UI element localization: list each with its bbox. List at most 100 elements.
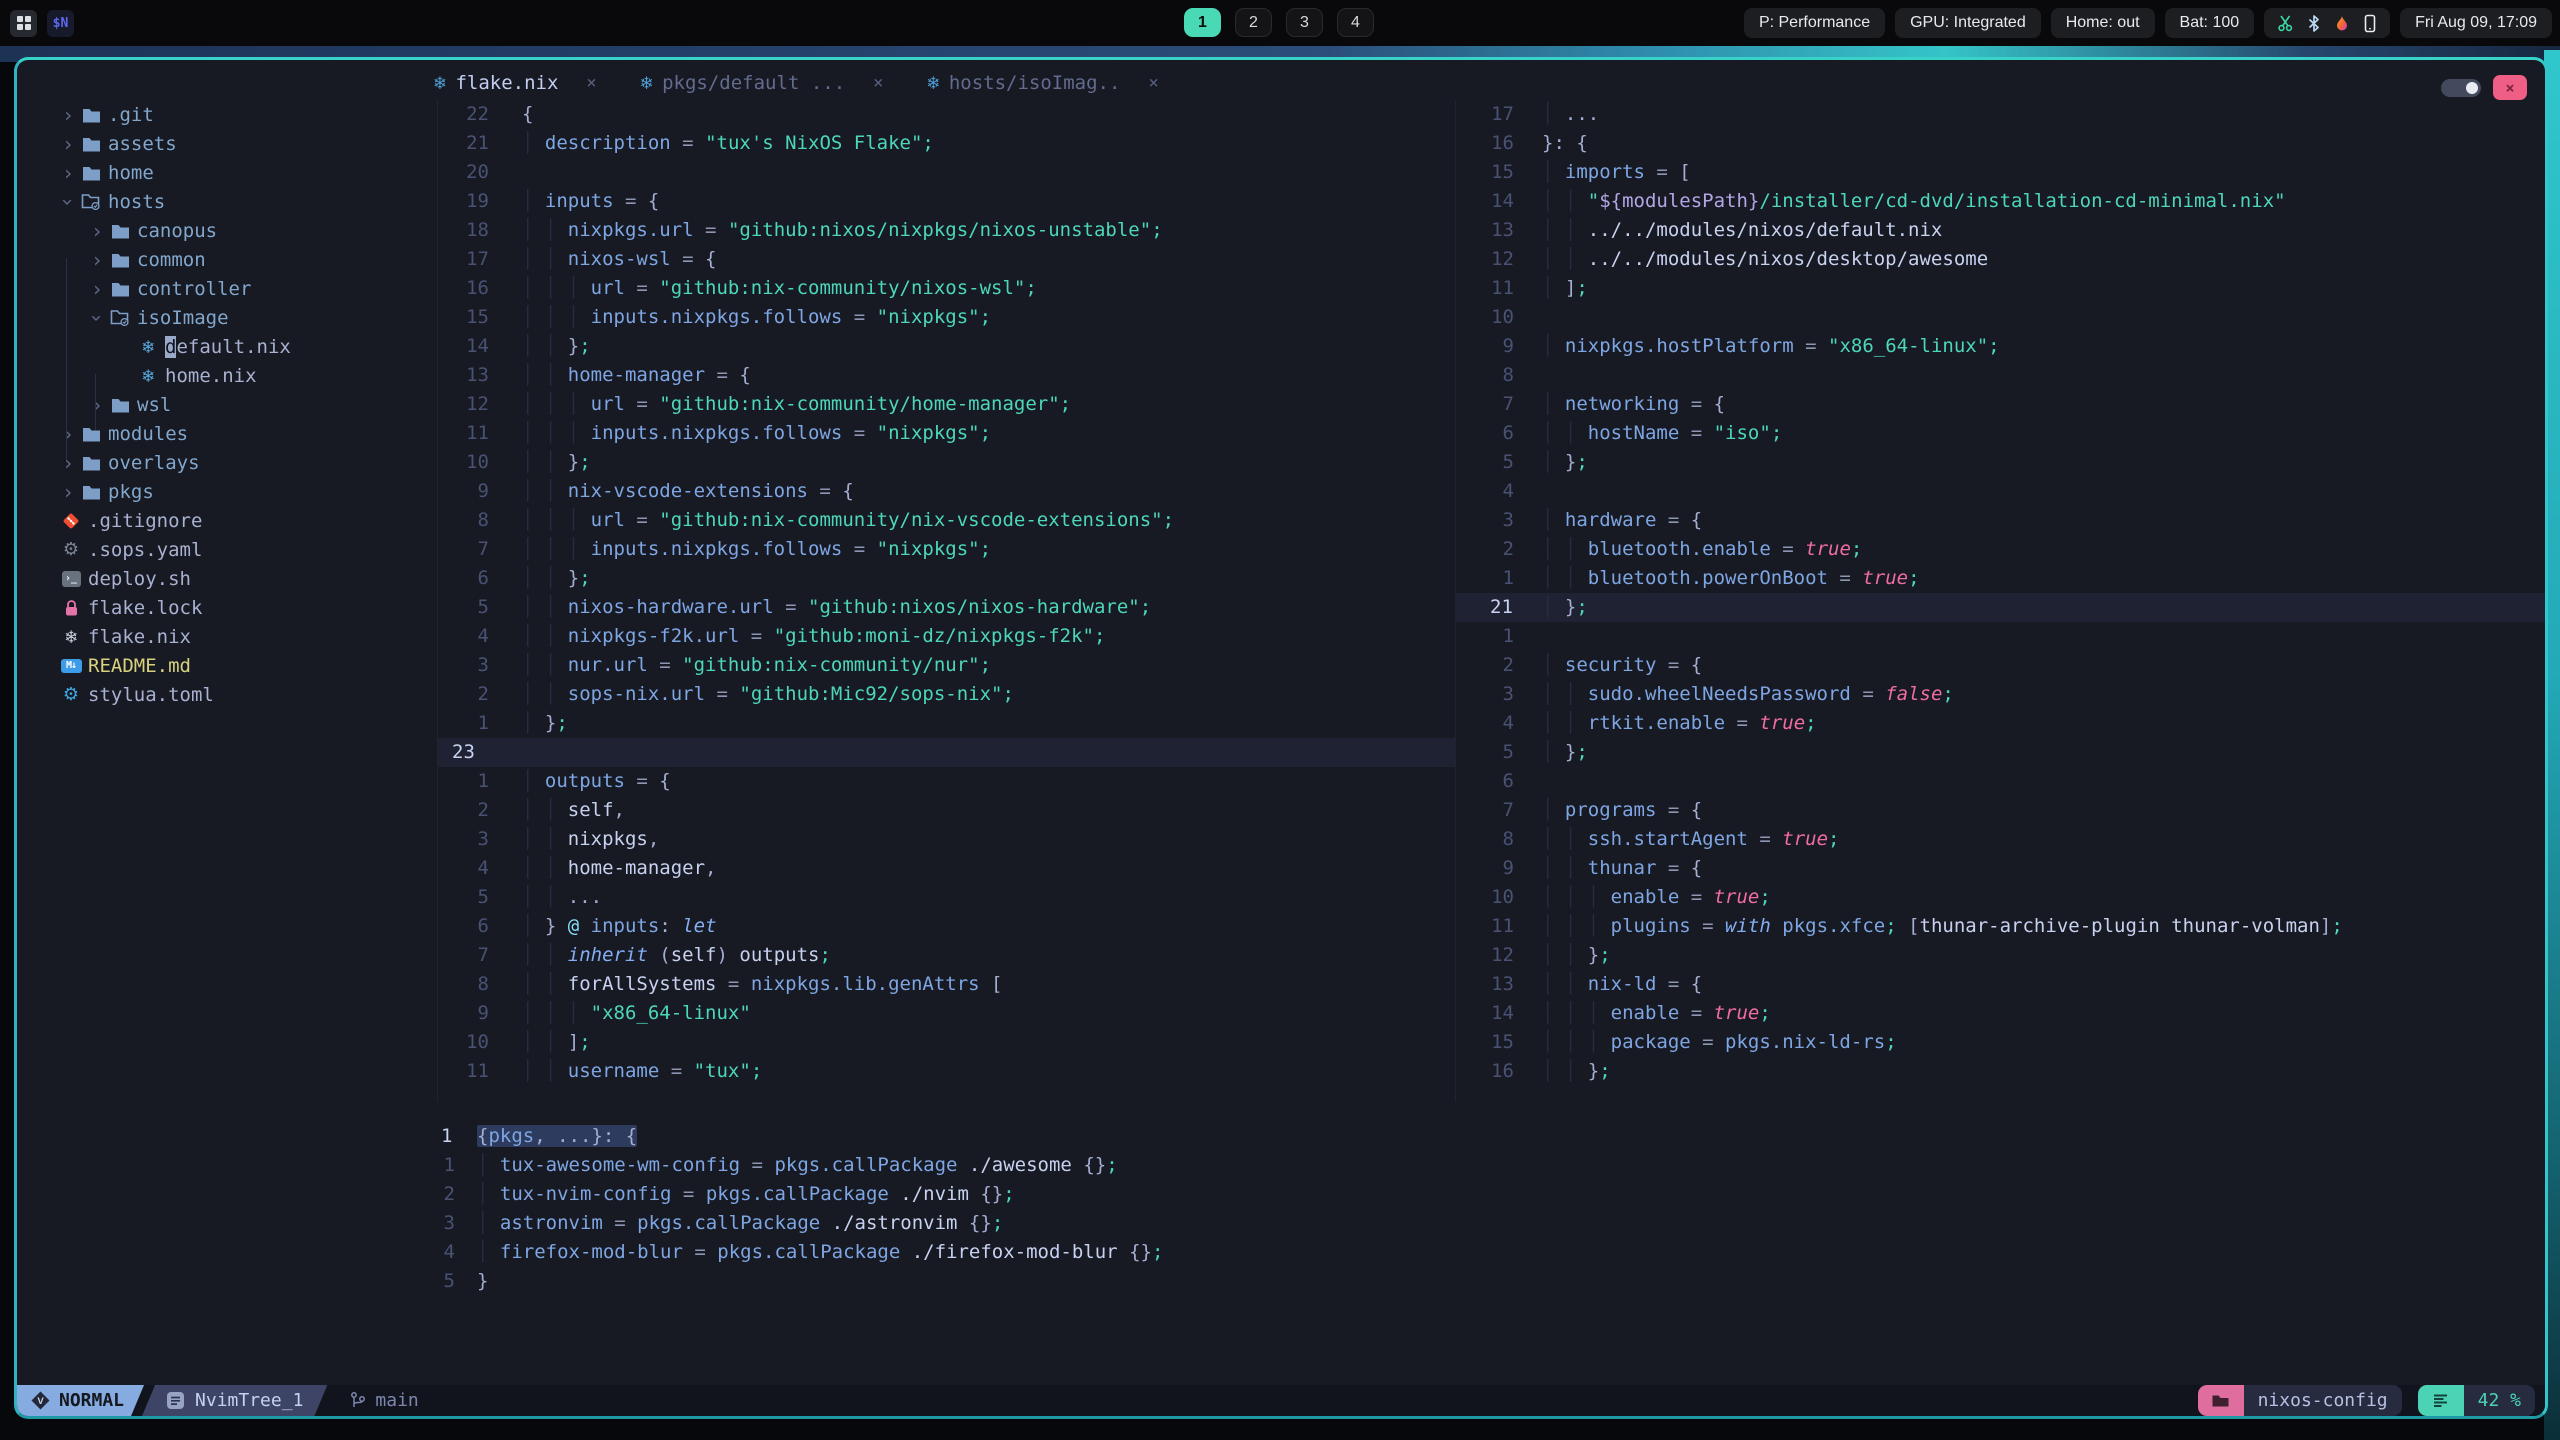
workspace-button-3[interactable]: 3 [1286, 8, 1323, 37]
code-line: 20 [438, 158, 1455, 187]
tree-item-flake-lock[interactable]: flake.lock [17, 593, 437, 622]
chevron-right-icon[interactable]: › [58, 132, 78, 156]
system-tray [2264, 8, 2391, 38]
code-line: 8 [1456, 361, 2545, 390]
bluetooth-icon[interactable] [2307, 14, 2321, 33]
code-text: │ │ nixos-wsl = { [522, 248, 717, 270]
line-number: 8 [1502, 828, 1514, 850]
tree-item--git[interactable]: › .git [17, 100, 437, 129]
code-text: │ }; [1542, 741, 1588, 763]
line-number: 12 [466, 393, 489, 415]
window-toggle-button[interactable] [2441, 79, 2481, 97]
tree-item-assets[interactable]: › assets [17, 129, 437, 158]
chevron-right-icon[interactable]: › [58, 161, 78, 185]
code-line: 4 [1456, 477, 2545, 506]
tree-item-label: overlays [108, 451, 200, 474]
phone-icon[interactable] [2363, 14, 2377, 33]
code-line: 15 │ │ │ package = pkgs.nix-ld-rs; [1456, 1028, 2545, 1057]
tree-item-common[interactable]: › common [17, 245, 437, 274]
code-line: 10 │ │ │ enable = true; [1456, 883, 2545, 912]
tab-close-icon[interactable]: × [1148, 73, 1158, 93]
tree-item-modules[interactable]: › modules [17, 419, 437, 448]
workspace-button-2[interactable]: 2 [1235, 8, 1272, 37]
tree-item-wsl[interactable]: › wsl [17, 390, 437, 419]
tree-item-deploy-sh[interactable]: ›_ deploy.sh [17, 564, 437, 593]
code-text: │ │ │ url = "github:nix-community/home-m… [522, 393, 1072, 415]
tree-item-pkgs[interactable]: › pkgs [17, 477, 437, 506]
tree-item-home-nix[interactable]: ❄ home.nix [17, 361, 437, 390]
flame-icon[interactable] [2333, 14, 2351, 33]
tree-item-controller[interactable]: › controller [17, 274, 437, 303]
code-line: 13 │ │ nix-ld = { [1456, 970, 2545, 999]
line-number: 7 [477, 944, 489, 966]
chevron-right-icon[interactable]: › [87, 393, 107, 417]
code-line: 3 │ astronvim = pkgs.callPackage ./astron… [437, 1209, 2545, 1238]
line-number: 3 [477, 654, 489, 676]
chevron-right-icon[interactable]: › [58, 480, 78, 504]
apps-grid-icon[interactable] [10, 9, 37, 37]
tree-item-home[interactable]: › home [17, 158, 437, 187]
chevron-right-icon[interactable]: › [87, 219, 107, 243]
line-number: 1 [1502, 625, 1514, 647]
tree-item-README-md[interactable]: M↓ README.md [17, 651, 437, 680]
tree-item-default-nix[interactable]: ❄ default.nix [17, 332, 437, 361]
code-line: 2 │ tux-nvim-config = pkgs.callPackage ./… [437, 1180, 2545, 1209]
tree-item--gitignore[interactable]: .gitignore [17, 506, 437, 535]
tab-close-icon[interactable]: × [586, 73, 596, 93]
tree-item-stylua-toml[interactable]: ⚙ stylua.toml [17, 680, 437, 709]
line-number: 6 [477, 567, 489, 589]
code-text: │ │ }; [522, 567, 591, 589]
code-line: 15 │ │ │ inputs.nixpkgs.follows = "nixpkg… [438, 303, 1455, 332]
editor-pane-iso-image[interactable]: 17 │ ... 16}: {15 │ imports = [14 │ │ "${mod… [1455, 100, 2545, 1102]
line-number: 22 [466, 103, 489, 125]
code-text: │ │ hostName = "iso"; [1542, 422, 1783, 444]
editor-pane-flake-nix[interactable]: 22{21 │ description = "tux's NixOS Flake"… [437, 100, 1455, 1102]
file-explorer[interactable]: › .git › assets › home › hosts › canopus › common › c… [17, 100, 437, 1380]
project-label: nixos-config [2243, 1385, 2402, 1416]
code-line: 9 │ │ │ "x86_64-linux" [438, 999, 1455, 1028]
code-text: │ │ forAllSystems = nixpkgs.lib.genAttrs… [522, 973, 1003, 995]
code-text: │ security = { [1542, 654, 1703, 676]
chevron-down-icon[interactable]: › [56, 192, 80, 212]
buffer-segment: NvimTree_1 [142, 1385, 327, 1416]
scissors-icon[interactable] [2277, 14, 2295, 32]
code-line: 11 │ ]; [1456, 274, 2545, 303]
tree-item-isoImage[interactable]: › isoImage [17, 303, 437, 332]
chevron-right-icon[interactable]: › [58, 422, 78, 446]
tab-pkgs-default-[interactable]: ❄ pkgs/default ... × [641, 72, 884, 94]
line-number: 10 [1491, 306, 1514, 328]
branch-label: main [375, 1390, 419, 1411]
line-number: 4 [1502, 712, 1514, 734]
chevron-right-icon[interactable]: › [58, 451, 78, 475]
tree-item-label: .gitignore [88, 509, 203, 532]
code-text: │ ]; [1542, 277, 1588, 299]
code-text: │ │ bluetooth.enable = true; [1542, 538, 1863, 560]
tree-item--sops-yaml[interactable]: ⚙ .sops.yaml [17, 535, 437, 564]
code-text: │ astronvim = pkgs.callPackage ./astronv… [477, 1212, 1004, 1234]
workspace-button-4[interactable]: 4 [1337, 8, 1374, 37]
tree-item-flake-nix[interactable]: ❄ flake.nix [17, 622, 437, 651]
tab-flake-nix[interactable]: ❄ flake.nix × [434, 72, 597, 94]
chevron-right-icon[interactable]: › [87, 277, 107, 301]
line-number: 13 [1491, 219, 1514, 241]
chevron-right-icon[interactable]: › [58, 103, 78, 127]
window-close-button[interactable]: × [2493, 75, 2527, 100]
tree-item-overlays[interactable]: › overlays [17, 448, 437, 477]
project-widget: nixos-config [2197, 1385, 2402, 1416]
tab-close-icon[interactable]: × [873, 73, 883, 93]
code-text: │ }; [1542, 451, 1588, 473]
editor-pane-pkgs-default[interactable]: 1 {pkgs, ...}: {1 │ tux-awesome-wm-config … [437, 1122, 2545, 1382]
workspace-button-1[interactable]: 1 [1184, 8, 1221, 37]
folder-icon [78, 484, 104, 500]
shell-launcher-icon[interactable]: $N [47, 9, 74, 37]
chevron-right-icon[interactable]: › [87, 248, 107, 272]
tree-item-hosts[interactable]: › hosts [17, 187, 437, 216]
code-text: {pkgs, ...}: { [477, 1122, 638, 1151]
line-number: 12 [1491, 944, 1514, 966]
tree-item-canopus[interactable]: › canopus [17, 216, 437, 245]
tab-hosts-isoImag-[interactable]: ❄ hosts/isoImag.. × [927, 72, 1158, 94]
line-number: 17 [466, 248, 489, 270]
code-text: │ │ │ enable = true; [1542, 1002, 1771, 1024]
chevron-down-icon[interactable]: › [85, 308, 109, 328]
code-line: 2 │ │ bluetooth.enable = true; [1456, 535, 2545, 564]
